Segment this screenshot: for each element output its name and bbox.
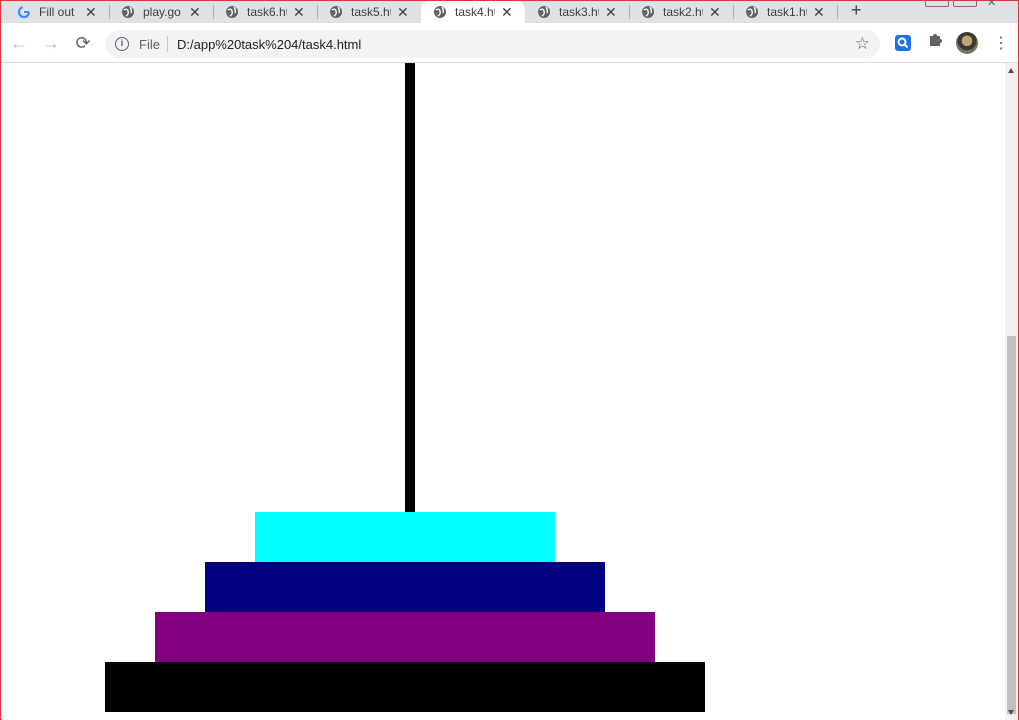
tab-separator bbox=[317, 5, 318, 19]
scroll-thumb[interactable] bbox=[1007, 336, 1016, 714]
back-button[interactable]: ← bbox=[9, 33, 29, 53]
close-icon[interactable]: ✕ bbox=[605, 4, 617, 21]
tab-task1[interactable]: task1.ht ✕ bbox=[745, 1, 825, 23]
tab-title: Fill out bbox=[39, 5, 75, 19]
tab-separator bbox=[213, 5, 214, 19]
new-tab-button[interactable]: + bbox=[851, 0, 862, 21]
tab-task3[interactable]: task3.ht ✕ bbox=[537, 1, 617, 23]
tab-title: task1.ht bbox=[767, 5, 807, 19]
globe-icon bbox=[225, 5, 239, 19]
close-icon[interactable]: ✕ bbox=[709, 4, 721, 21]
tower-peg bbox=[405, 63, 415, 512]
tab-separator bbox=[837, 5, 838, 19]
tab-title: task3.ht bbox=[559, 5, 599, 19]
close-icon[interactable]: ✕ bbox=[85, 4, 97, 21]
minimize-button[interactable] bbox=[925, 0, 949, 7]
scroll-down-icon[interactable] bbox=[1008, 710, 1014, 715]
menu-kebab-icon[interactable]: ⋮ bbox=[993, 33, 1009, 53]
vertical-scrollbar[interactable] bbox=[1005, 63, 1018, 720]
tab-title: task4.ht bbox=[455, 5, 495, 19]
close-icon[interactable]: ✕ bbox=[501, 4, 513, 21]
tab-title: task6.ht bbox=[247, 5, 287, 19]
page-viewport bbox=[2, 63, 1005, 720]
close-icon[interactable]: ✕ bbox=[813, 4, 825, 21]
tab-task2[interactable]: task2.ht ✕ bbox=[641, 1, 721, 23]
forward-button[interactable]: → bbox=[41, 33, 61, 53]
tab-fill-out[interactable]: Fill out ✕ bbox=[17, 1, 97, 23]
tab-separator bbox=[733, 5, 734, 19]
disk-2[interactable] bbox=[205, 562, 605, 612]
profile-avatar[interactable] bbox=[956, 32, 978, 54]
search-extension-icon[interactable] bbox=[895, 35, 911, 51]
tab-title: play.go bbox=[143, 5, 181, 19]
tab-separator bbox=[109, 5, 110, 19]
close-icon[interactable]: ✕ bbox=[397, 4, 409, 21]
disk-1[interactable] bbox=[255, 512, 555, 562]
close-icon[interactable]: ✕ bbox=[293, 4, 305, 21]
google-icon bbox=[17, 5, 31, 19]
scheme-label: File bbox=[139, 37, 160, 52]
disk-3[interactable] bbox=[155, 612, 655, 662]
globe-icon bbox=[641, 5, 655, 19]
url-text[interactable]: D:/app%20task%204/task4.html bbox=[177, 37, 361, 52]
close-icon[interactable]: ✕ bbox=[189, 4, 201, 21]
globe-icon bbox=[433, 5, 447, 19]
globe-icon bbox=[121, 5, 135, 19]
globe-icon bbox=[537, 5, 551, 19]
tab-play[interactable]: play.go ✕ bbox=[121, 1, 201, 23]
tab-task5[interactable]: task5.ht ✕ bbox=[329, 1, 409, 23]
browser-window: Fill out ✕ play.go ✕ task6.ht ✕ task5.ht bbox=[0, 0, 1019, 720]
omnibox-divider bbox=[167, 36, 168, 52]
globe-icon bbox=[329, 5, 343, 19]
info-icon[interactable]: i bbox=[115, 37, 129, 51]
tab-task6[interactable]: task6.ht ✕ bbox=[225, 1, 305, 23]
bookmark-star-icon[interactable]: ☆ bbox=[855, 34, 870, 54]
tab-separator bbox=[629, 5, 630, 19]
tab-strip: Fill out ✕ play.go ✕ task6.ht ✕ task5.ht bbox=[1, 0, 1018, 23]
maximize-button[interactable] bbox=[953, 0, 977, 7]
tab-task4[interactable]: task4.ht ✕ bbox=[421, 1, 525, 23]
browser-toolbar: ← → ⟳ i File D:/app%20task%204/task4.htm… bbox=[1, 23, 1018, 63]
close-window-button[interactable]: ✕ bbox=[987, 0, 1011, 9]
globe-icon bbox=[745, 5, 759, 19]
tab-title: task2.ht bbox=[663, 5, 703, 19]
disk-4[interactable] bbox=[105, 662, 705, 712]
address-bar[interactable]: i File D:/app%20task%204/task4.html ☆ bbox=[105, 30, 880, 58]
extensions-puzzle-icon[interactable] bbox=[927, 32, 943, 48]
tab-title: task5.ht bbox=[351, 5, 391, 19]
scroll-up-icon[interactable] bbox=[1008, 68, 1014, 73]
reload-button[interactable]: ⟳ bbox=[73, 33, 93, 53]
